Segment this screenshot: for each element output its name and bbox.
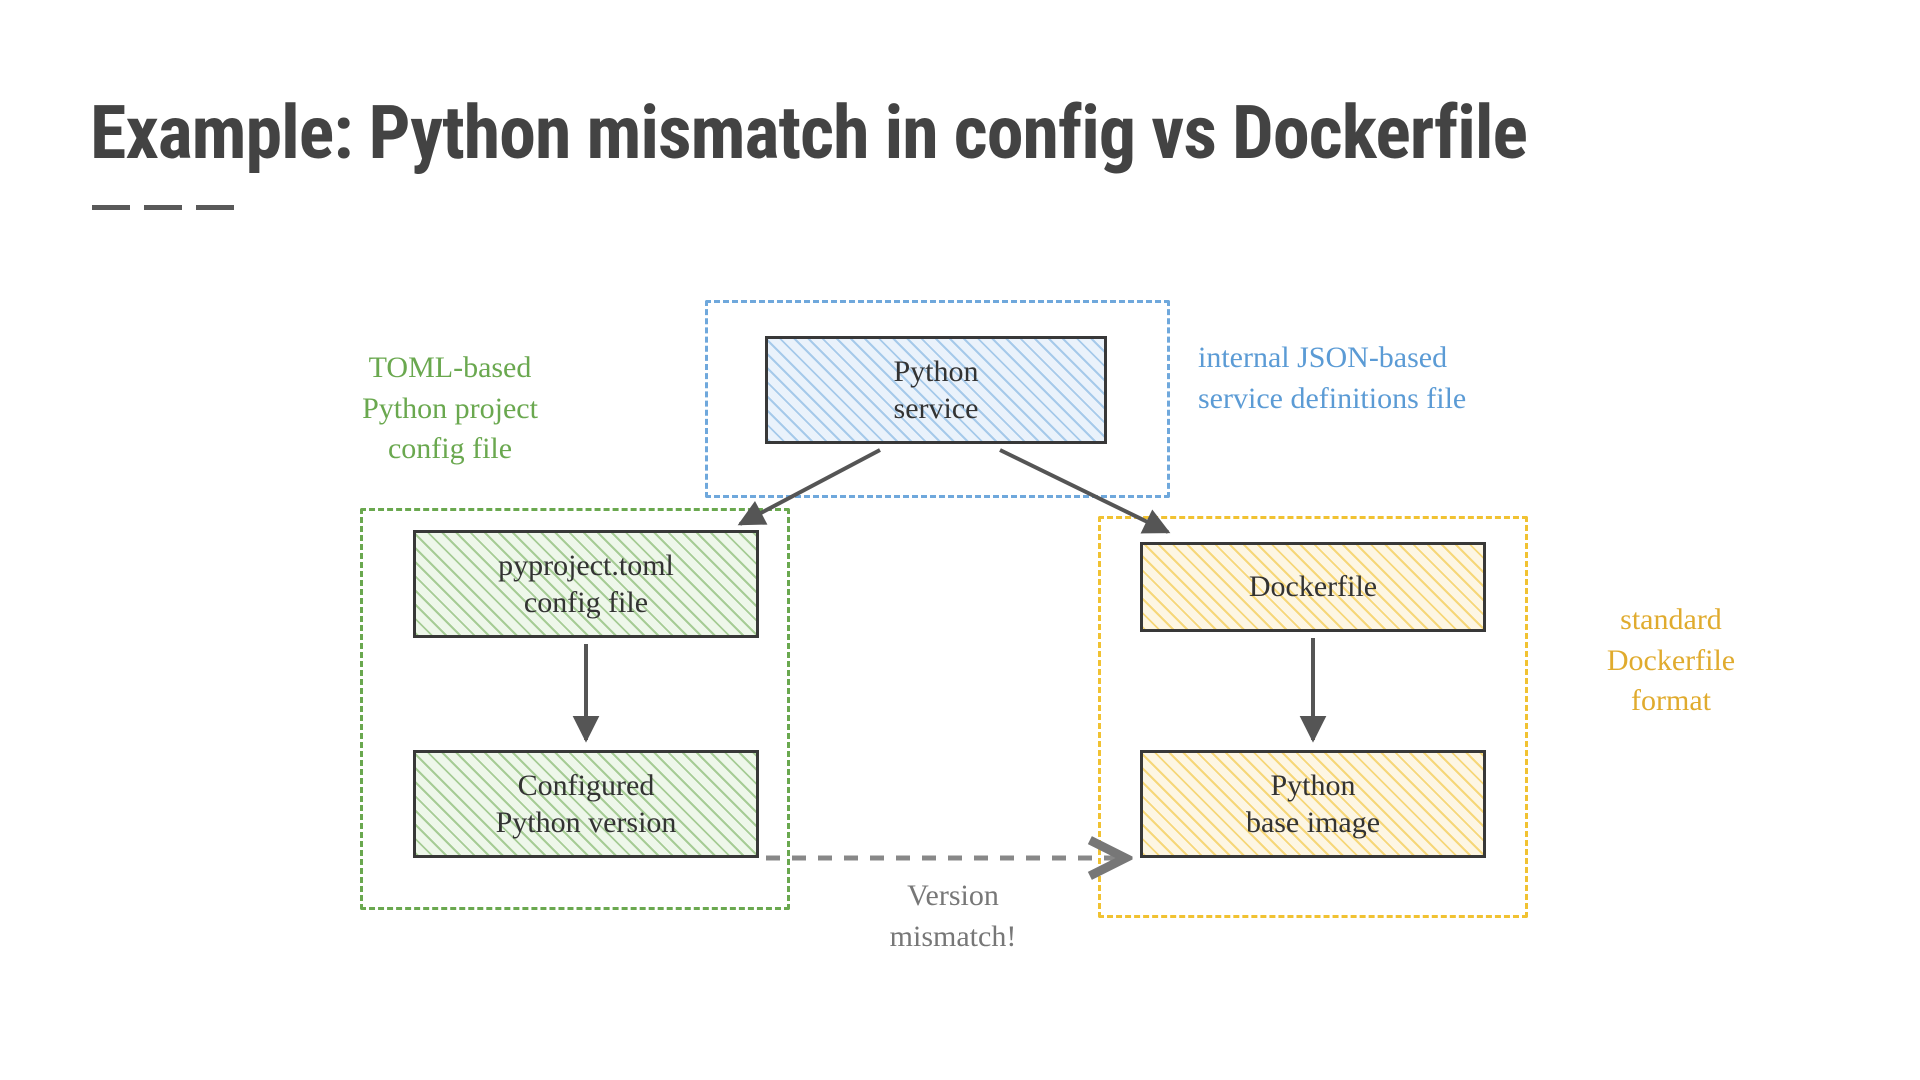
caption-mismatch: Versionmismatch! — [828, 876, 1078, 957]
box-python-service: Pythonservice — [765, 336, 1107, 444]
box-base-image: Pythonbase image — [1140, 750, 1486, 858]
box-configured-version: ConfiguredPython version — [413, 750, 759, 858]
caption-toml: TOML-basedPython projectconfig file — [300, 348, 600, 470]
caption-json: internal JSON-basedservice definitions f… — [1198, 338, 1658, 419]
box-dockerfile: Dockerfile — [1140, 542, 1486, 632]
caption-docker: standardDockerfileformat — [1546, 600, 1796, 722]
box-pyproject: pyproject.tomlconfig file — [413, 530, 759, 638]
diagram-canvas: Pythonservice pyproject.tomlconfig file … — [0, 0, 1920, 1080]
